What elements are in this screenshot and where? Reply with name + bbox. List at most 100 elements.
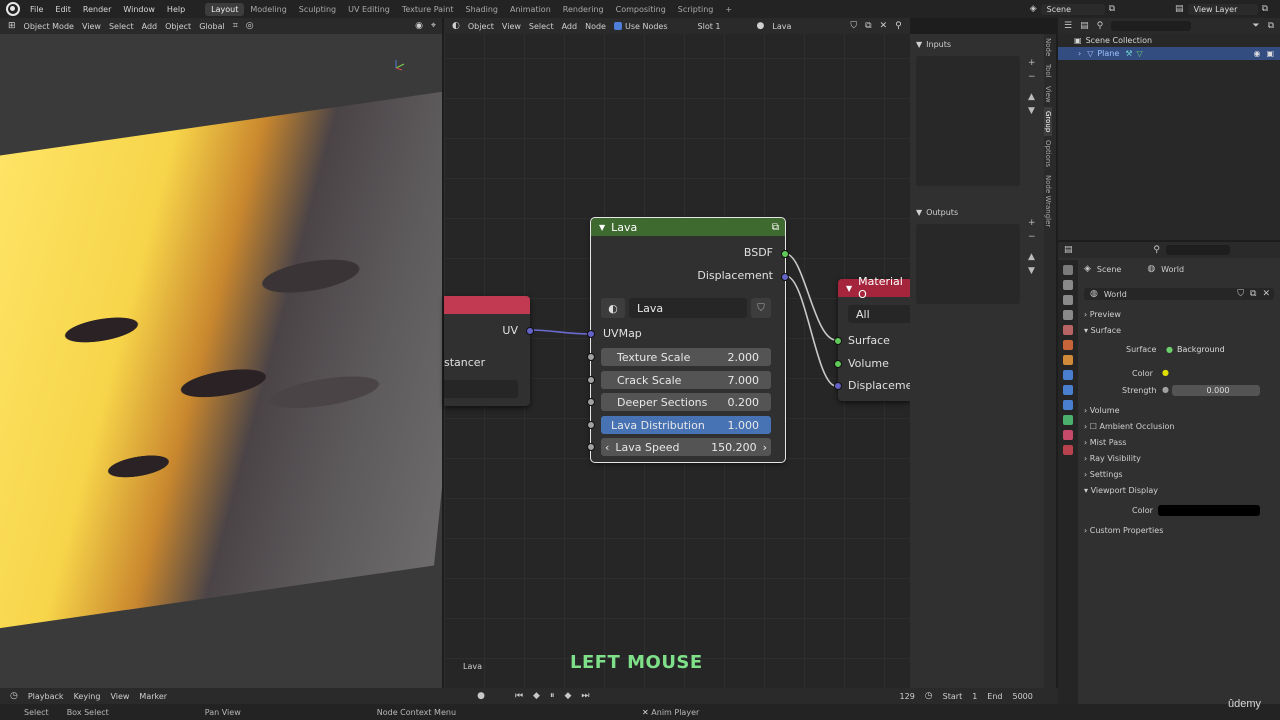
outliner-scene-collection[interactable]: ▣ Scene Collection xyxy=(1058,34,1280,47)
fake-user-shield-icon[interactable]: ⛉ xyxy=(1237,289,1244,299)
breadcrumb-world[interactable]: World xyxy=(1161,265,1184,274)
node-menu-add[interactable]: Add xyxy=(562,22,578,31)
jump-start-icon[interactable]: ⏮ xyxy=(515,691,523,701)
material-tab-icon[interactable] xyxy=(1063,430,1073,440)
physics-tab-icon[interactable] xyxy=(1063,400,1073,410)
menu-file[interactable]: File xyxy=(24,5,49,14)
socket-volume-input[interactable] xyxy=(834,360,842,368)
outliner-item-plane[interactable]: › ▽ Plane ⚒ ▽ ◉ ▣ xyxy=(1058,47,1280,60)
copy-icon[interactable]: ⧉ xyxy=(1262,4,1268,14)
tab-sculpting[interactable]: Sculpting xyxy=(293,3,342,16)
color-socket-icon[interactable]: ● xyxy=(1162,368,1169,377)
collapse-arrow-icon[interactable]: ▼ xyxy=(846,284,852,293)
world-tab-icon[interactable] xyxy=(1063,340,1073,350)
breadcrumb-scene[interactable]: Scene xyxy=(1097,265,1121,274)
timeline-menu-playback[interactable]: Playback xyxy=(28,692,64,701)
gizmo-icon[interactable]: ⌖ xyxy=(431,21,436,31)
inputs-header[interactable]: ▼ Inputs xyxy=(910,36,1044,52)
jump-end-icon[interactable]: ⏭ xyxy=(581,691,589,701)
lava-speed-field[interactable]: ‹ Lava Speed 150.200 › xyxy=(601,438,771,456)
texture-scale-field[interactable]: Texture Scale 2.000 xyxy=(601,348,771,366)
tool-tab-icon[interactable] xyxy=(1063,265,1073,275)
snap-icon[interactable]: ⌗ xyxy=(233,21,238,31)
target-dropdown[interactable]: All xyxy=(848,305,910,323)
panel-preview[interactable]: › Preview xyxy=(1084,310,1121,319)
collapse-arrow-icon[interactable]: ▼ xyxy=(599,223,605,232)
clock-icon[interactable]: ◷ xyxy=(10,691,18,701)
remove-icon[interactable]: − xyxy=(1028,230,1036,244)
menu-render[interactable]: Render xyxy=(77,5,117,14)
socket-deeper-sections[interactable] xyxy=(587,398,595,406)
copy-icon[interactable]: ⧉ xyxy=(865,21,871,31)
strength-field[interactable]: 0.000 xyxy=(1172,385,1260,396)
scene-tab-icon[interactable] xyxy=(1063,325,1073,335)
timeline-menu-view[interactable]: View xyxy=(110,692,129,701)
object-mode-dropdown[interactable]: Object Mode xyxy=(24,22,74,31)
viewport-menu-add[interactable]: Add xyxy=(142,22,158,31)
panel-volume[interactable]: › Volume xyxy=(1084,406,1120,415)
mesh-data-icon[interactable]: ▽ xyxy=(1136,49,1142,58)
panel-ray-visibility[interactable]: › Ray Visibility xyxy=(1084,454,1141,463)
node-menu-node[interactable]: Node xyxy=(585,22,606,31)
tab-view[interactable]: View xyxy=(1044,82,1052,107)
socket-bsdf-output[interactable] xyxy=(781,250,789,258)
view-layer-tab-icon[interactable] xyxy=(1063,310,1073,320)
search-input[interactable] xyxy=(1166,245,1230,255)
timeline-menu-marker[interactable]: Marker xyxy=(139,692,167,701)
start-field[interactable]: 1 xyxy=(972,692,977,701)
tab-texture-paint[interactable]: Texture Paint xyxy=(396,3,460,16)
search-input[interactable] xyxy=(1111,21,1192,31)
surface-shader-field[interactable]: ● Background xyxy=(1162,344,1258,355)
tab-group[interactable]: Group xyxy=(1044,106,1052,136)
visibility-eye-icon[interactable]: ◉ xyxy=(1253,49,1260,58)
panel-ambient-occlusion[interactable]: › ☐ Ambient Occlusion xyxy=(1084,422,1174,431)
blender-logo-icon[interactable] xyxy=(6,2,20,16)
search-icon[interactable]: ⚲ xyxy=(1153,245,1160,255)
scene-selector[interactable]: Scene xyxy=(1040,3,1105,15)
editor-type-icon[interactable]: ☰ xyxy=(1064,21,1072,31)
use-nodes-checkbox[interactable]: Use Nodes xyxy=(613,22,668,31)
pause-icon[interactable]: ⏸ xyxy=(550,691,555,701)
move-up-icon[interactable]: ▲ xyxy=(1028,90,1036,104)
tab-uv-editing[interactable]: UV Editing xyxy=(342,3,396,16)
increment-arrow-icon[interactable]: › xyxy=(757,441,767,454)
outputs-header[interactable]: ▼ Outputs xyxy=(910,204,1044,220)
constraints-tab-icon[interactable] xyxy=(1063,415,1073,425)
search-icon[interactable]: ⚲ xyxy=(1097,21,1104,31)
view-layer-selector[interactable]: View Layer xyxy=(1187,3,1258,15)
close-icon[interactable]: ✕ xyxy=(642,708,651,717)
tab-shading[interactable]: Shading xyxy=(459,3,504,16)
fake-user-shield-icon[interactable]: ⛉ xyxy=(751,298,771,318)
move-down-icon[interactable]: ▼ xyxy=(1028,104,1036,118)
panel-custom-properties[interactable]: › Custom Properties xyxy=(1084,526,1163,535)
fake-user-shield-icon[interactable]: ⛉ xyxy=(850,21,857,31)
add-workspace-icon[interactable]: + xyxy=(719,3,738,16)
socket-displacement-input[interactable] xyxy=(834,382,842,390)
viewport-color-swatch[interactable] xyxy=(1158,505,1260,516)
tab-compositing[interactable]: Compositing xyxy=(610,3,672,16)
material-selector[interactable]: Lava xyxy=(772,22,842,31)
lava-distribution-field[interactable]: Lava Distribution 1.000 xyxy=(601,416,771,434)
socket-texture-scale[interactable] xyxy=(587,353,595,361)
tab-animation[interactable]: Animation xyxy=(504,3,557,16)
stopwatch-icon[interactable]: ◷ xyxy=(925,691,933,701)
copy-icon[interactable]: ⧉ xyxy=(1109,4,1115,14)
socket-uv-output[interactable] xyxy=(526,327,534,335)
tab-rendering[interactable]: Rendering xyxy=(557,3,610,16)
3d-viewport[interactable]: ⊞ Object Mode View Select Add Object Glo… xyxy=(0,18,442,688)
socket-uvmap-input[interactable] xyxy=(587,330,595,338)
node-menu-select[interactable]: Select xyxy=(529,22,554,31)
value-socket-icon[interactable]: ● xyxy=(1162,385,1169,394)
particles-tab-icon[interactable] xyxy=(1063,385,1073,395)
socket-displacement-output[interactable] xyxy=(781,273,789,281)
visibility-icon[interactable]: ◉ xyxy=(415,21,423,31)
remove-icon[interactable]: − xyxy=(1028,70,1036,84)
record-icon[interactable]: ● xyxy=(477,691,485,701)
end-field[interactable]: 5000 xyxy=(1013,692,1033,701)
shader-type-dropdown[interactable]: Object xyxy=(468,22,494,31)
filter-icon[interactable]: ⏷ xyxy=(1252,21,1259,31)
viewport-menu-view[interactable]: View xyxy=(82,22,101,31)
deeper-sections-field[interactable]: Deeper Sections 0.200 xyxy=(601,393,771,411)
output-tab-icon[interactable] xyxy=(1063,295,1073,305)
new-collection-icon[interactable]: ⧉ xyxy=(1268,21,1274,31)
